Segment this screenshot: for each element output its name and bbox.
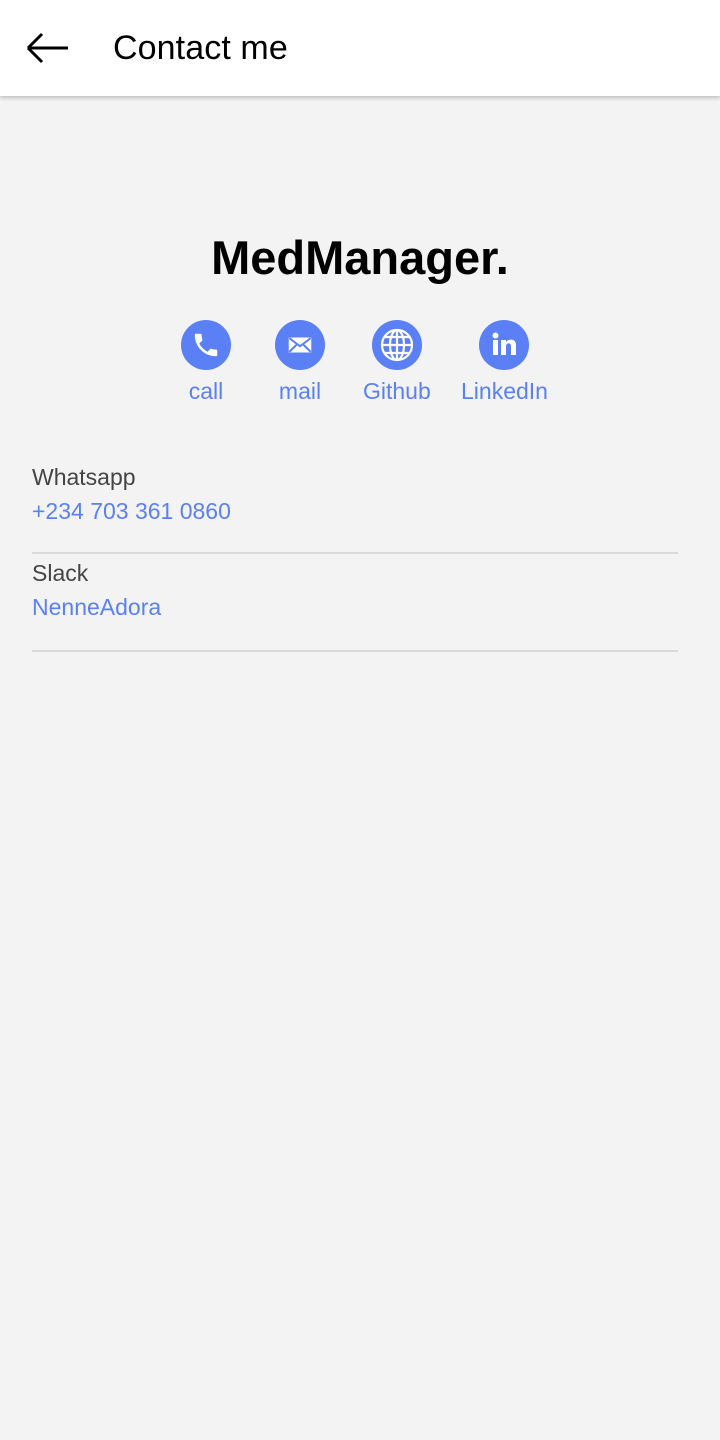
contact-item-value[interactable]: +234 703 361 0860 <box>32 496 231 526</box>
contact-item-title: Whatsapp <box>32 464 136 490</box>
contact-item-title: Slack <box>32 560 89 586</box>
mail-icon <box>275 320 325 370</box>
github-label: Github <box>363 378 431 404</box>
contact-content: MedManager. call mail Github LinkedIn Wh… <box>0 96 720 1440</box>
call-label: call <box>188 378 224 404</box>
contact-item-slack[interactable]: Slack NenneAdora <box>32 554 678 652</box>
app-bar: Contact me <box>0 0 720 96</box>
brand-title: MedManager. <box>211 231 509 284</box>
linkedin-icon <box>479 320 530 370</box>
page-title: Contact me <box>113 29 288 67</box>
contact-actions: call mail Github LinkedIn <box>0 320 720 412</box>
mail-button[interactable]: mail <box>275 320 325 406</box>
mail-label: mail <box>278 378 322 404</box>
globe-icon <box>371 320 422 370</box>
call-button[interactable]: call <box>181 320 231 406</box>
contact-item-whatsapp[interactable]: Whatsapp +234 703 361 0860 <box>32 458 678 554</box>
phone-icon <box>181 320 231 370</box>
linkedin-label: LinkedIn <box>461 378 548 404</box>
contact-list: Whatsapp +234 703 361 0860 Slack NenneAd… <box>32 458 678 652</box>
back-button[interactable] <box>16 20 80 76</box>
github-button[interactable]: Github <box>363 320 431 406</box>
linkedin-button[interactable]: LinkedIn <box>461 320 548 406</box>
arrow-left-icon <box>26 32 70 64</box>
contact-item-value[interactable]: NenneAdora <box>32 592 161 622</box>
